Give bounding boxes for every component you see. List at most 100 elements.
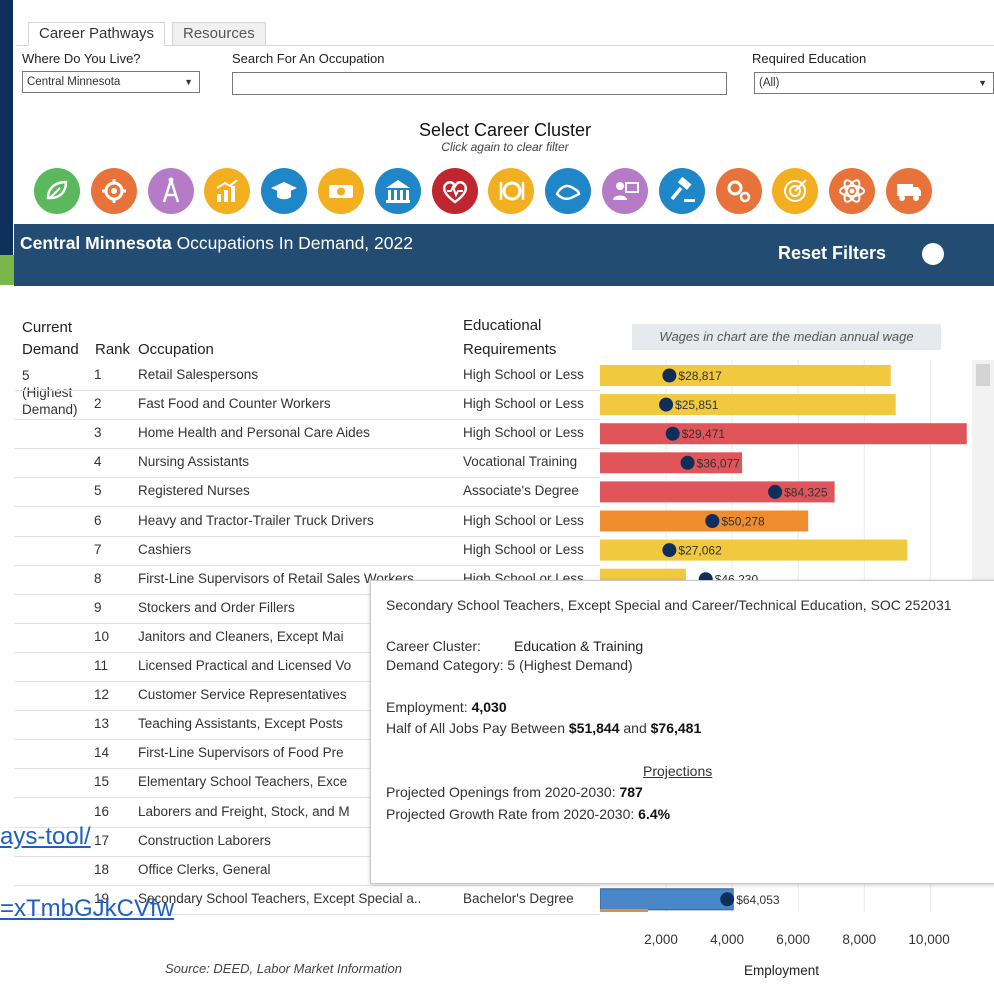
manufacturing-gear-icon[interactable] [90,168,137,214]
tooltip-title: Secondary School Teachers, Except Specia… [386,597,952,613]
chart-bar[interactable] [600,510,809,532]
search-label: Search For An Occupation [232,51,385,66]
wage-marker[interactable] [680,455,695,470]
header-education-2: Requirements [463,341,557,358]
stem-target-icon[interactable] [772,168,819,214]
row-rank: 13 [94,716,110,732]
tooltip-openings-label: Projected Openings from 2020-2030: [386,784,616,800]
education-label: Required Education [752,51,867,66]
source-note: Source: DEED, Labor Market Information [165,961,402,976]
row-education: High School or Less [463,512,584,528]
row-rank: 7 [94,541,102,557]
header-demand-2: Demand [22,341,79,358]
row-rank: 18 [94,861,110,877]
scrollbar-thumb[interactable] [976,364,990,386]
tooltip-cluster-value: Education & Training [514,638,644,654]
health-heart-icon[interactable] [431,168,478,214]
chart-bar-fragment [600,909,648,912]
wage-marker[interactable] [662,368,677,383]
header-rank: Rank [95,341,131,358]
wage-marker[interactable] [720,892,735,907]
table-row[interactable]: 1 Retail Salespersons High School or Less [14,361,600,391]
occupation-search-input[interactable] [232,72,727,95]
table-row[interactable]: 6 Heavy and Tractor-Trailer Truck Drivers… [14,507,600,537]
row-occupation: Elementary School Teachers, Exce [138,774,348,790]
agriculture-leaf-icon[interactable] [34,168,80,214]
dropdown-arrow-icon: ▼ [978,78,987,88]
wage-marker[interactable] [659,397,674,412]
tab-resources[interactable]: Resources [172,22,266,46]
row-education: High School or Less [463,541,584,557]
scrollbar-track[interactable] [972,360,994,580]
education-dropdown-value: (All) [759,77,780,89]
tooltip-pay-high: $76,481 [650,720,702,736]
where-label: Where Do You Live? [22,51,141,66]
wage-label: $28,817 [678,369,722,383]
row-occupation: Registered Nurses [138,483,250,499]
tab-career-pathways[interactable]: Career Pathways [28,22,166,46]
overlay-link-video[interactable]: =xTmbGJkCVfw [0,895,174,923]
row-occupation: First-Line Supervisors of Food Pre [138,745,344,761]
row-rank: 6 [94,512,102,528]
wage-marker[interactable] [705,514,720,528]
row-occupation: Licensed Practical and Licensed Vo [138,658,352,673]
row-rank: 4 [94,454,102,470]
chart-bar[interactable] [600,539,908,561]
chart-bar[interactable] [600,888,734,911]
law-gavel-icon[interactable] [658,168,705,214]
overlay-link-tool[interactable]: ays-tool/ [0,823,91,851]
science-atom-icon[interactable] [829,168,876,214]
hospitality-plate-icon[interactable] [488,168,535,214]
table-row[interactable]: 5 Registered Nurses Associate's Degree [14,477,600,508]
business-chart-icon[interactable] [204,168,251,214]
x-tick-label: 4,000 [710,932,744,947]
table-row[interactable]: 7 Cashiers High School or Less [14,536,600,566]
marketing-gears-icon[interactable] [715,168,762,214]
tooltip-growth-value: 6.4% [638,806,671,822]
wage-marker[interactable] [662,543,677,558]
it-computer-user-icon[interactable] [602,168,648,214]
tooltip-employment-label: Employment: [386,699,468,715]
x-axis-label: Employment [744,963,820,978]
wage-marker[interactable] [768,484,783,499]
header-education-1: Educational [463,317,542,334]
row-occupation: Laborers and Freight, Stock, and M [138,803,350,819]
transportation-truck-icon[interactable] [886,168,932,214]
chart-bar[interactable] [600,394,896,416]
finance-money-icon[interactable] [318,168,364,214]
tooltip-employment-value: 4,030 [471,699,507,715]
tooltip-demand: Demand Category: 5 (Highest Demand) [386,657,633,673]
wage-label: $29,471 [682,427,726,441]
table-row[interactable]: 2 Fast Food and Counter Workers High Schoo… [14,390,600,421]
row-occupation: Customer Service Representatives [138,687,347,703]
reset-filters-button[interactable]: Reset Filters [778,243,886,264]
header-occupation: Occupation [138,341,214,358]
table-row[interactable]: 4 Nursing Assistants Vocational Training [14,448,600,479]
tooltip-projections-heading: Projections [643,763,713,779]
row-rank: 11 [94,658,109,673]
row-occupation: Fast Food and Counter Workers [138,396,331,412]
government-building-icon[interactable] [374,168,421,214]
reset-toggle-icon[interactable] [922,243,944,265]
row-education: Associate's Degree [463,483,579,499]
communication-tower-icon[interactable] [147,168,194,214]
row-occupation: Retail Salespersons [138,367,259,382]
chart-bar[interactable] [600,365,891,386]
row-rank: 15 [94,774,110,790]
chart-bar[interactable] [600,423,967,445]
education-dropdown[interactable]: (All) ▼ [754,72,994,94]
wage-label: $84,325 [784,485,828,499]
row-occupation: Nursing Assistants [138,454,250,470]
row-occupation: Heavy and Tractor-Trailer Truck Drivers [138,512,374,528]
tooltip-employment: Employment: 4,030 [386,699,507,715]
table-row[interactable]: 3 Home Health and Personal Care Aides High… [14,419,600,450]
region-dropdown[interactable]: Central Minnesota ▼ [22,71,200,93]
cluster-title: Select Career Cluster [418,120,592,140]
row-education: High School or Less [463,396,584,412]
wage-marker[interactable] [665,426,680,441]
human-services-hands-icon[interactable] [545,168,592,214]
row-rank: 1 [94,367,102,382]
tooltip-pay: Half of All Jobs Pay Between $51,844 and… [386,720,701,736]
wage-note: Wages in chart are the median annual wag… [632,324,941,350]
education-graduation-cap-icon[interactable] [261,168,308,214]
